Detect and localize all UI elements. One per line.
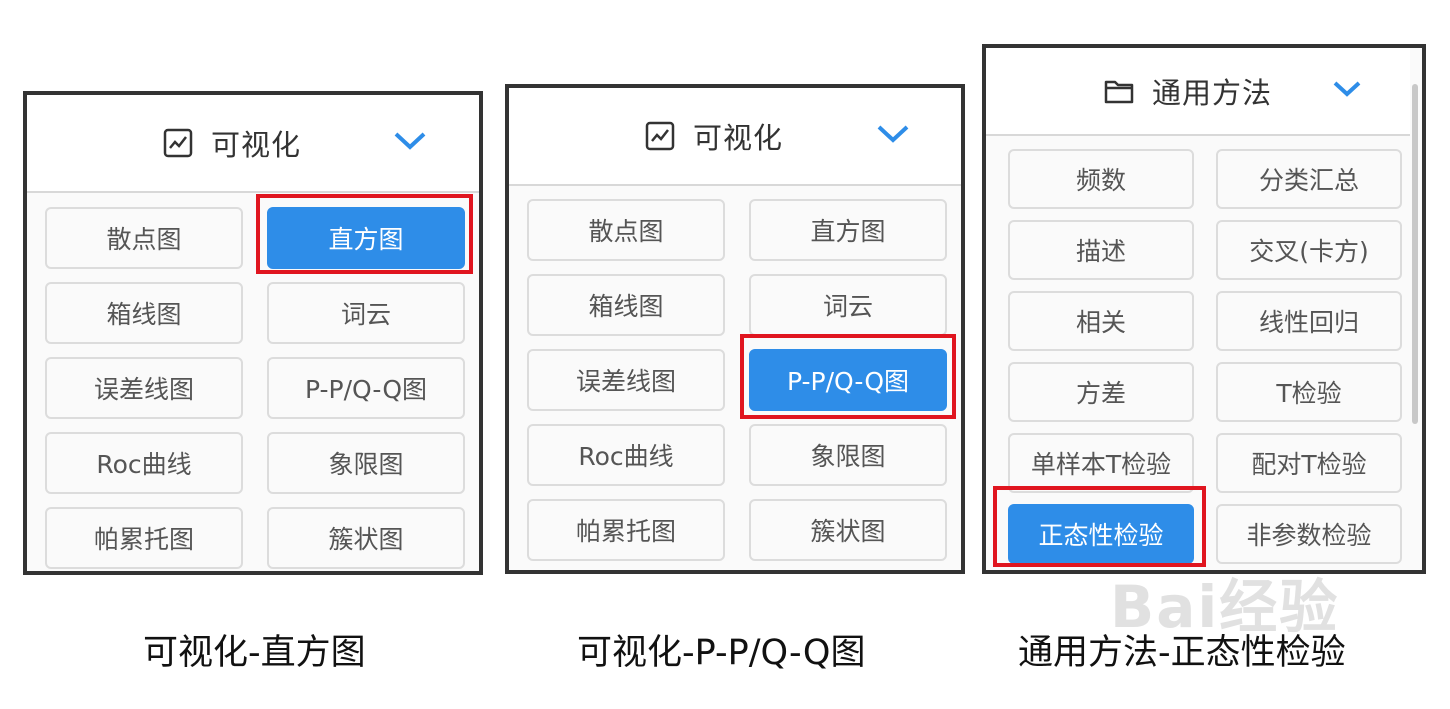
nonparametric-test-button[interactable]: 非参数检验 bbox=[1216, 504, 1402, 564]
caption-histogram: 可视化-直方图 bbox=[143, 633, 366, 673]
panel-title: 通用方法 bbox=[1152, 76, 1273, 110]
quadrant-chart-button[interactable]: 象限图 bbox=[749, 424, 947, 486]
scatter-plot-button[interactable]: 散点图 bbox=[45, 207, 243, 269]
paired-t-test-button[interactable]: 配对T检验 bbox=[1216, 433, 1402, 493]
panel-header[interactable]: 通用方法 bbox=[986, 48, 1410, 136]
scrollbar[interactable] bbox=[1412, 84, 1418, 424]
roc-curve-button[interactable]: Roc曲线 bbox=[45, 432, 243, 494]
histogram-button[interactable]: 直方图 bbox=[267, 207, 465, 269]
chart-line-icon bbox=[645, 121, 675, 151]
panel-title: 可视化 bbox=[693, 121, 784, 155]
word-cloud-button[interactable]: 词云 bbox=[267, 282, 465, 344]
boxplot-button[interactable]: 箱线图 bbox=[527, 274, 725, 336]
t-test-button[interactable]: T检验 bbox=[1216, 362, 1402, 422]
chevron-down-icon[interactable] bbox=[393, 130, 427, 156]
visualization-panel-1: 可视化 散点图 直方图 箱线图 词云 误差线图 P-P/Q-Q图 Roc曲线 象… bbox=[23, 91, 483, 575]
pp-qq-plot-button[interactable]: P-P/Q-Q图 bbox=[267, 357, 465, 419]
panel-header-title-group: 可视化 bbox=[645, 115, 783, 157]
descriptive-button[interactable]: 描述 bbox=[1008, 220, 1194, 280]
button-grid: 频数 分类汇总 描述 交叉(卡方) 相关 线性回归 方差 T检验 单样本T检验 … bbox=[1008, 149, 1402, 564]
boxplot-button[interactable]: 箱线图 bbox=[45, 282, 243, 344]
scatter-plot-button[interactable]: 散点图 bbox=[527, 199, 725, 261]
baidu-watermark: Bai经验 bbox=[1110, 573, 1340, 641]
general-methods-panel: 通用方法 频数 分类汇总 描述 交叉(卡方) 相关 线性回归 方差 T检验 单样… bbox=[982, 44, 1426, 574]
error-bar-button[interactable]: 误差线图 bbox=[45, 357, 243, 419]
pp-qq-plot-button[interactable]: P-P/Q-Q图 bbox=[749, 349, 947, 411]
chevron-down-icon[interactable] bbox=[876, 123, 910, 149]
folder-icon bbox=[1104, 78, 1134, 104]
crosstab-chi-square-button[interactable]: 交叉(卡方) bbox=[1216, 220, 1402, 280]
panel-header-title-group: 通用方法 bbox=[1104, 70, 1272, 112]
chevron-down-icon[interactable] bbox=[1332, 79, 1362, 103]
panel-header-title-group: 可视化 bbox=[163, 122, 301, 164]
pareto-chart-button[interactable]: 帕累托图 bbox=[527, 499, 725, 561]
roc-curve-button[interactable]: Roc曲线 bbox=[527, 424, 725, 486]
word-cloud-button[interactable]: 词云 bbox=[749, 274, 947, 336]
button-grid: 散点图 直方图 箱线图 词云 误差线图 P-P/Q-Q图 Roc曲线 象限图 帕… bbox=[527, 199, 947, 561]
group-summary-button[interactable]: 分类汇总 bbox=[1216, 149, 1402, 209]
clustered-chart-button[interactable]: 簇状图 bbox=[267, 507, 465, 569]
normality-test-button[interactable]: 正态性检验 bbox=[1008, 504, 1194, 564]
linear-regression-button[interactable]: 线性回归 bbox=[1216, 291, 1402, 351]
clustered-chart-button[interactable]: 簇状图 bbox=[749, 499, 947, 561]
correlation-button[interactable]: 相关 bbox=[1008, 291, 1194, 351]
caption-pp-qq: 可视化-P-P/Q-Q图 bbox=[577, 633, 866, 673]
panel-header[interactable]: 可视化 bbox=[509, 88, 961, 186]
quadrant-chart-button[interactable]: 象限图 bbox=[267, 432, 465, 494]
error-bar-button[interactable]: 误差线图 bbox=[527, 349, 725, 411]
pareto-chart-button[interactable]: 帕累托图 bbox=[45, 507, 243, 569]
button-grid: 散点图 直方图 箱线图 词云 误差线图 P-P/Q-Q图 Roc曲线 象限图 帕… bbox=[45, 207, 465, 569]
visualization-panel-2: 可视化 散点图 直方图 箱线图 词云 误差线图 P-P/Q-Q图 Roc曲线 象… bbox=[505, 84, 965, 574]
frequency-button[interactable]: 频数 bbox=[1008, 149, 1194, 209]
panel-header[interactable]: 可视化 bbox=[27, 95, 479, 193]
panel-title: 可视化 bbox=[211, 128, 302, 162]
anova-button[interactable]: 方差 bbox=[1008, 362, 1194, 422]
one-sample-t-test-button[interactable]: 单样本T检验 bbox=[1008, 433, 1194, 493]
histogram-button[interactable]: 直方图 bbox=[749, 199, 947, 261]
chart-line-icon bbox=[163, 128, 193, 158]
